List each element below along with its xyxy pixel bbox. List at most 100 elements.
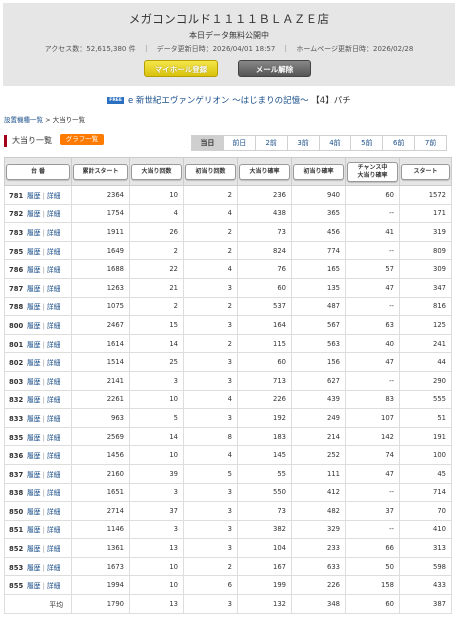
sort-total-start-button[interactable]: 累計スタート xyxy=(73,163,128,180)
tab-prev-7[interactable]: 7前 xyxy=(415,135,447,151)
link-separator: | xyxy=(42,563,45,572)
jackpot-count-cell: 5 xyxy=(129,408,184,428)
history-link[interactable]: 履歴 xyxy=(27,415,41,423)
chance-probability-cell: 83 xyxy=(345,389,400,410)
detail-link[interactable]: 詳細 xyxy=(47,526,61,534)
machine-cell: 788 履歴 | 詳細 xyxy=(4,296,72,317)
tab-prev-1[interactable]: 前日 xyxy=(223,135,256,151)
detail-link[interactable]: 詳細 xyxy=(47,471,61,479)
total-start-cell: 1911 xyxy=(71,222,130,242)
average-chance-probability-cell: 60 xyxy=(345,594,400,614)
detail-link[interactable]: 詳細 xyxy=(47,415,61,423)
total-start-cell: 2467 xyxy=(71,315,130,335)
first-hit-count-cell: 2 xyxy=(183,240,238,261)
tab-prev-5[interactable]: 5前 xyxy=(351,135,384,151)
history-link[interactable]: 履歴 xyxy=(27,396,41,404)
table-row: 787 履歴 | 詳細 1263 21 3 60 135 47 347 xyxy=(4,277,452,298)
total-start-cell: 1673 xyxy=(71,556,130,577)
sort-jackpot-probability-button[interactable]: 大当り確率 xyxy=(239,163,290,180)
link-separator: | xyxy=(42,210,45,219)
chance-probability-cell: 60 xyxy=(345,185,400,205)
detail-link[interactable]: 詳細 xyxy=(47,396,61,404)
detail-link[interactable]: 詳細 xyxy=(47,434,61,442)
detail-link[interactable]: 詳細 xyxy=(47,322,61,330)
detail-link[interactable]: 詳細 xyxy=(47,341,61,349)
machine-name: e 新世紀エヴァンゲリオン ～はじまりの記憶～ xyxy=(127,96,309,106)
history-link[interactable]: 履歴 xyxy=(27,489,41,497)
detail-link[interactable]: 詳細 xyxy=(47,582,61,590)
sort-jackpot-count-button[interactable]: 大当り回数 xyxy=(131,163,182,180)
detail-link[interactable]: 詳細 xyxy=(47,359,61,367)
history-link[interactable]: 履歴 xyxy=(27,508,41,516)
machine-cell: 855 履歴 | 詳細 xyxy=(4,575,72,596)
detail-link[interactable]: 詳細 xyxy=(47,489,61,497)
history-link[interactable]: 履歴 xyxy=(27,434,41,442)
detail-link[interactable]: 詳細 xyxy=(47,545,61,553)
tab-prev-2[interactable]: 2前 xyxy=(255,135,288,151)
history-link[interactable]: 履歴 xyxy=(27,378,41,386)
start-cell: 410 xyxy=(399,519,452,540)
table-row: 837 履歴 | 詳細 2160 39 5 55 111 47 45 xyxy=(4,463,452,484)
detail-link[interactable]: 詳細 xyxy=(47,248,61,256)
history-link[interactable]: 履歴 xyxy=(27,341,41,349)
total-start-cell: 1614 xyxy=(71,333,130,354)
machine-cell: 785 履歴 | 詳細 xyxy=(4,240,72,261)
machine-rate: 【4】パチ xyxy=(311,96,351,106)
machine-number: 853 xyxy=(9,563,24,572)
section-title: 大当り一覧 xyxy=(4,135,52,147)
tab-prev-4[interactable]: 4前 xyxy=(319,135,352,151)
history-link[interactable]: 履歴 xyxy=(27,359,41,367)
sort-first-hit-probability-button[interactable]: 初当り確率 xyxy=(293,163,344,180)
mail-unsubscribe-button[interactable]: メール解除 xyxy=(238,60,311,77)
history-link[interactable]: 履歴 xyxy=(27,229,41,237)
link-separator: | xyxy=(42,284,45,293)
detail-link[interactable]: 詳細 xyxy=(47,266,61,274)
first-hit-count-cell: 6 xyxy=(183,575,238,596)
sort-chance-probability-button[interactable]: チャンス中 大当り確率 xyxy=(347,161,398,182)
link-separator: | xyxy=(42,247,45,256)
first-hit-probability-cell: 252 xyxy=(291,445,346,465)
sort-start-button[interactable]: スタート xyxy=(401,163,450,180)
my-hall-register-button[interactable]: マイホール登録 xyxy=(144,60,218,77)
detail-link[interactable]: 詳細 xyxy=(47,564,61,572)
history-link[interactable]: 履歴 xyxy=(27,210,41,218)
tab-prev-3[interactable]: 3前 xyxy=(287,135,320,151)
history-link[interactable]: 履歴 xyxy=(27,582,41,590)
detail-link[interactable]: 詳細 xyxy=(47,210,61,218)
detail-link[interactable]: 詳細 xyxy=(47,285,61,293)
jackpot-probability-cell: 73 xyxy=(237,222,292,242)
detail-link[interactable]: 詳細 xyxy=(47,229,61,237)
jackpot-count-cell: 2 xyxy=(129,240,184,261)
detail-link[interactable]: 詳細 xyxy=(47,378,61,386)
sort-machine-number-button[interactable]: 台 番 xyxy=(6,163,70,180)
detail-link[interactable]: 詳細 xyxy=(47,192,61,200)
average-first-hit-count-cell: 3 xyxy=(183,594,238,614)
history-link[interactable]: 履歴 xyxy=(27,452,41,460)
history-link[interactable]: 履歴 xyxy=(27,564,41,572)
detail-link[interactable]: 詳細 xyxy=(47,303,61,311)
history-link[interactable]: 履歴 xyxy=(27,322,41,330)
detail-link[interactable]: 詳細 xyxy=(47,508,61,516)
history-link[interactable]: 履歴 xyxy=(27,266,41,274)
sort-first-hit-count-button[interactable]: 初当り回数 xyxy=(185,163,236,180)
machine-cell: 851 履歴 | 詳細 xyxy=(4,519,72,540)
start-cell: 45 xyxy=(399,463,452,484)
table-row: 785 履歴 | 詳細 1649 2 2 824 774 -- 809 xyxy=(4,240,452,261)
first-hit-probability-cell: 487 xyxy=(291,296,346,317)
history-link[interactable]: 履歴 xyxy=(27,471,41,479)
tab-prev-6[interactable]: 6前 xyxy=(383,135,416,151)
history-link[interactable]: 履歴 xyxy=(27,192,41,200)
detail-link[interactable]: 詳細 xyxy=(47,452,61,460)
breadcrumb-machine-list-link[interactable]: 設置機種一覧 xyxy=(4,116,43,124)
machine-number: 837 xyxy=(9,470,24,479)
total-start-cell: 2141 xyxy=(71,370,130,391)
graph-list-button[interactable]: グラフ一覧 xyxy=(60,134,104,145)
first-hit-probability-cell: 563 xyxy=(291,333,346,354)
tab-today[interactable]: 当日 xyxy=(191,135,224,151)
history-link[interactable]: 履歴 xyxy=(27,545,41,553)
history-link[interactable]: 履歴 xyxy=(27,285,41,293)
day-tabs: 当日 前日 2前 3前 4前 5前 6前 7前 xyxy=(191,135,447,151)
history-link[interactable]: 履歴 xyxy=(27,526,41,534)
history-link[interactable]: 履歴 xyxy=(27,248,41,256)
history-link[interactable]: 履歴 xyxy=(27,303,41,311)
